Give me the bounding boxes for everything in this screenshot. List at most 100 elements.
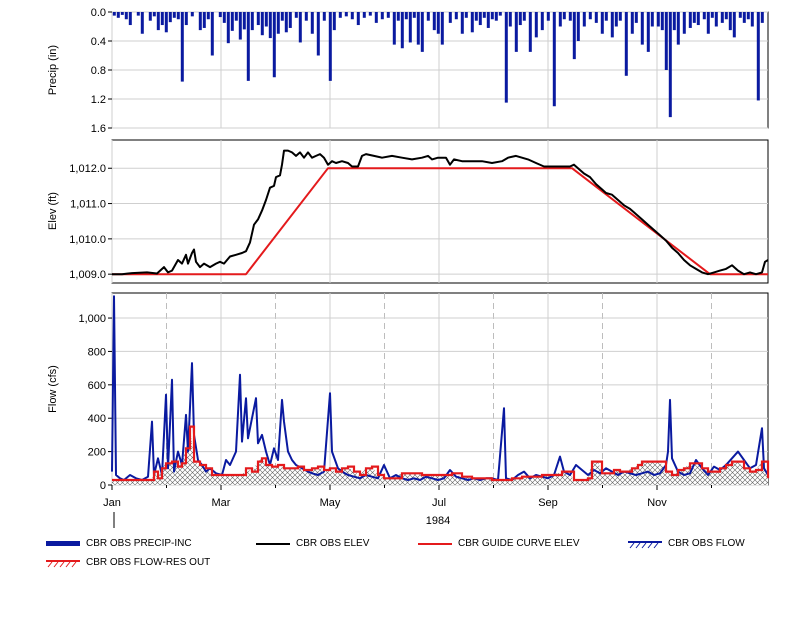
precip-bar bbox=[732, 12, 736, 38]
precip-bar bbox=[288, 12, 292, 28]
precip-bar bbox=[148, 12, 152, 21]
precip-bar bbox=[600, 12, 604, 34]
precip-bar bbox=[332, 12, 336, 31]
precip-bar bbox=[172, 12, 176, 18]
plot-frame bbox=[111, 139, 769, 284]
precip-bar bbox=[728, 12, 732, 31]
precip-bar bbox=[344, 12, 348, 17]
precip-bar bbox=[140, 12, 144, 34]
precip-bar bbox=[362, 12, 366, 18]
precip-bar bbox=[664, 12, 668, 70]
x-tick-label: Jul bbox=[432, 497, 446, 509]
precip-bar bbox=[294, 12, 298, 18]
precip-bar bbox=[710, 12, 714, 18]
legend-item-res-out: CBR OBS FLOW-RES OUT bbox=[46, 557, 210, 568]
flow-panel: 0 200 400 600 800 1,000 Flow (cfs) bbox=[47, 292, 770, 492]
precip-bar bbox=[386, 12, 390, 18]
y-tick-label: 200 bbox=[88, 447, 106, 459]
precip-bar bbox=[230, 12, 234, 31]
precip-bar bbox=[160, 12, 164, 26]
precip-bar bbox=[440, 12, 444, 45]
precip-bar bbox=[614, 12, 618, 27]
precip-bar bbox=[448, 12, 452, 23]
precip-bar bbox=[210, 12, 214, 56]
precip-bar bbox=[742, 12, 746, 23]
precip-bar bbox=[746, 12, 750, 20]
precip-bar bbox=[356, 12, 360, 26]
precip-bar bbox=[164, 12, 168, 33]
precip-bar bbox=[238, 12, 242, 40]
precip-bar bbox=[396, 12, 400, 21]
precip-bar bbox=[582, 12, 586, 27]
precip-bar bbox=[470, 12, 474, 33]
precip-bar bbox=[380, 12, 384, 20]
precip-bar bbox=[618, 12, 622, 21]
precip-bar bbox=[264, 12, 268, 27]
precip-bar bbox=[374, 12, 378, 23]
precip-bar bbox=[120, 12, 124, 15]
precip-bar bbox=[738, 12, 742, 18]
x-tick-label: Jan bbox=[103, 497, 121, 509]
y-tick-label: 1,010.0 bbox=[69, 234, 106, 246]
y-axis-label: Precip (in) bbox=[47, 45, 59, 95]
precip-bar bbox=[310, 12, 314, 34]
precip-bar bbox=[696, 12, 700, 26]
precip-bar bbox=[672, 12, 676, 31]
y-tick-label: 1,000 bbox=[78, 313, 106, 325]
precip-bar bbox=[436, 12, 440, 34]
precip-bar bbox=[646, 12, 650, 52]
y-tick-label: 0.4 bbox=[91, 36, 106, 48]
y-axis-label: Flow (cfs) bbox=[47, 365, 59, 413]
precip-bar bbox=[128, 12, 132, 26]
precip-bar bbox=[412, 12, 416, 18]
precip-bar bbox=[558, 12, 562, 27]
precip-bar bbox=[552, 12, 556, 107]
precip-bar bbox=[152, 12, 156, 17]
precip-bar bbox=[124, 12, 128, 20]
legend-item-flow: CBR OBS FLOW bbox=[628, 538, 745, 549]
y-tick-label: 0 bbox=[100, 480, 106, 492]
precip-bar bbox=[692, 12, 696, 23]
time-axis: Jan Mar May Jul Sep Nov 1984 bbox=[103, 485, 712, 528]
legend-label: CBR OBS FLOW-RES OUT bbox=[86, 557, 211, 568]
legend-item-elev: CBR OBS ELEV bbox=[256, 538, 369, 549]
precip-bar bbox=[714, 12, 718, 27]
precip-bar bbox=[756, 12, 760, 101]
y-tick-label: 1,012.0 bbox=[69, 163, 106, 175]
precip-bar bbox=[464, 12, 468, 18]
precip-bar bbox=[116, 12, 120, 18]
precip-bar bbox=[176, 12, 180, 20]
precip-bar bbox=[720, 12, 724, 23]
precip-bar bbox=[206, 12, 210, 20]
y-tick-label: 1.6 bbox=[91, 123, 106, 135]
precip-bar bbox=[682, 12, 686, 34]
precip-bar bbox=[304, 12, 308, 21]
precip-bar bbox=[328, 12, 332, 81]
precip-bar bbox=[198, 12, 202, 31]
y-tick-label: 400 bbox=[88, 413, 106, 425]
precip-bar bbox=[624, 12, 628, 76]
precip-bar bbox=[482, 12, 486, 18]
precip-bar bbox=[656, 12, 660, 27]
precip-bar bbox=[284, 12, 288, 33]
precip-bar bbox=[604, 12, 608, 21]
precip-bar bbox=[576, 12, 580, 41]
precip-bar bbox=[156, 12, 160, 31]
precip-bar bbox=[650, 12, 654, 27]
y-tick-label: 1,009.0 bbox=[69, 269, 106, 281]
precip-bar bbox=[184, 12, 188, 26]
y-tick-label: 0.8 bbox=[91, 65, 106, 77]
precip-bar bbox=[486, 12, 490, 28]
precip-bar bbox=[540, 12, 544, 31]
precip-bar bbox=[202, 12, 206, 28]
precip-bar bbox=[634, 12, 638, 23]
precip-bar bbox=[760, 12, 764, 23]
precip-bar bbox=[426, 12, 430, 21]
precip-bar bbox=[180, 12, 184, 82]
precip-bar bbox=[112, 12, 116, 16]
precip-bar bbox=[316, 12, 320, 56]
precip-bar bbox=[256, 12, 260, 26]
legend-swatch-elev bbox=[256, 539, 290, 549]
precip-bar bbox=[420, 12, 424, 52]
x-tick-label: Nov bbox=[647, 497, 667, 509]
